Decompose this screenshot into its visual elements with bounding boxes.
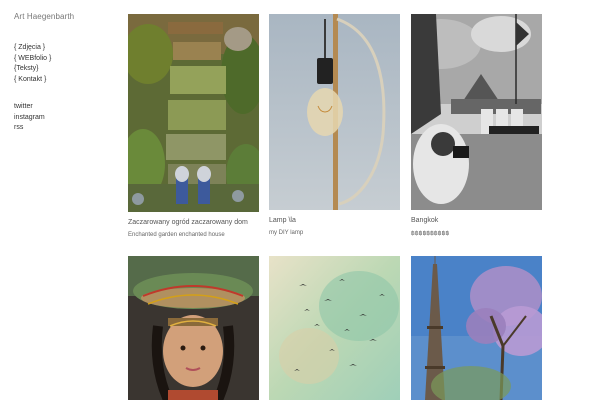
photo-tile[interactable]: Bangkok ฿฿฿฿฿฿฿฿฿฿ — [411, 14, 542, 237]
photo-subtitle: ฿฿฿฿฿฿฿฿฿฿ — [411, 231, 450, 237]
garden-steps-photo[interactable] — [128, 14, 259, 212]
main-nav: { Zdjęcia } { WEBfolio } {Teksty} { Kont… — [14, 43, 114, 85]
sidebar: Art Haegenbarth { Zdjęcia } { WEBfolio }… — [14, 12, 114, 134]
photo-title[interactable]: Bangkok — [411, 217, 542, 224]
nav-item-kontakt[interactable]: { Kontakt } — [14, 75, 114, 86]
photo-tile[interactable]: Lamp \la my DIY lamp — [269, 14, 400, 236]
birds-watercolor-photo[interactable] — [269, 256, 400, 400]
headdress-portrait-photo[interactable] — [128, 256, 259, 400]
photo-subtitle: my DIY lamp — [269, 230, 304, 236]
bangkok-photo[interactable] — [411, 14, 542, 210]
nav-item-zdjecia[interactable]: { Zdjęcia } — [14, 43, 114, 54]
twitter-link[interactable]: twitter — [14, 102, 114, 113]
site-title[interactable]: Art Haegenbarth — [14, 12, 114, 21]
photo-tile[interactable] — [269, 256, 400, 400]
edison-lamp-photo[interactable] — [269, 14, 400, 210]
social-links: twitter instagram rss — [14, 102, 114, 134]
nav-item-webfolio[interactable]: { WEBfolio } — [14, 54, 114, 65]
photo-tile[interactable] — [411, 256, 542, 400]
photo-title[interactable]: Zaczarowany ogród zaczarowany dom — [128, 219, 259, 226]
eiffel-tower-photo[interactable] — [411, 256, 542, 400]
photo-subtitle: Enchanted garden enchanted house — [128, 232, 225, 238]
photo-tile[interactable]: Zaczarowany ogród zaczarowany dom Enchan… — [128, 14, 259, 238]
rss-link[interactable]: rss — [14, 123, 114, 134]
nav-item-teksty[interactable]: {Teksty} — [14, 64, 114, 75]
instagram-link[interactable]: instagram — [14, 113, 114, 124]
photo-title[interactable]: Lamp \la — [269, 217, 400, 224]
photo-tile[interactable] — [128, 256, 259, 400]
